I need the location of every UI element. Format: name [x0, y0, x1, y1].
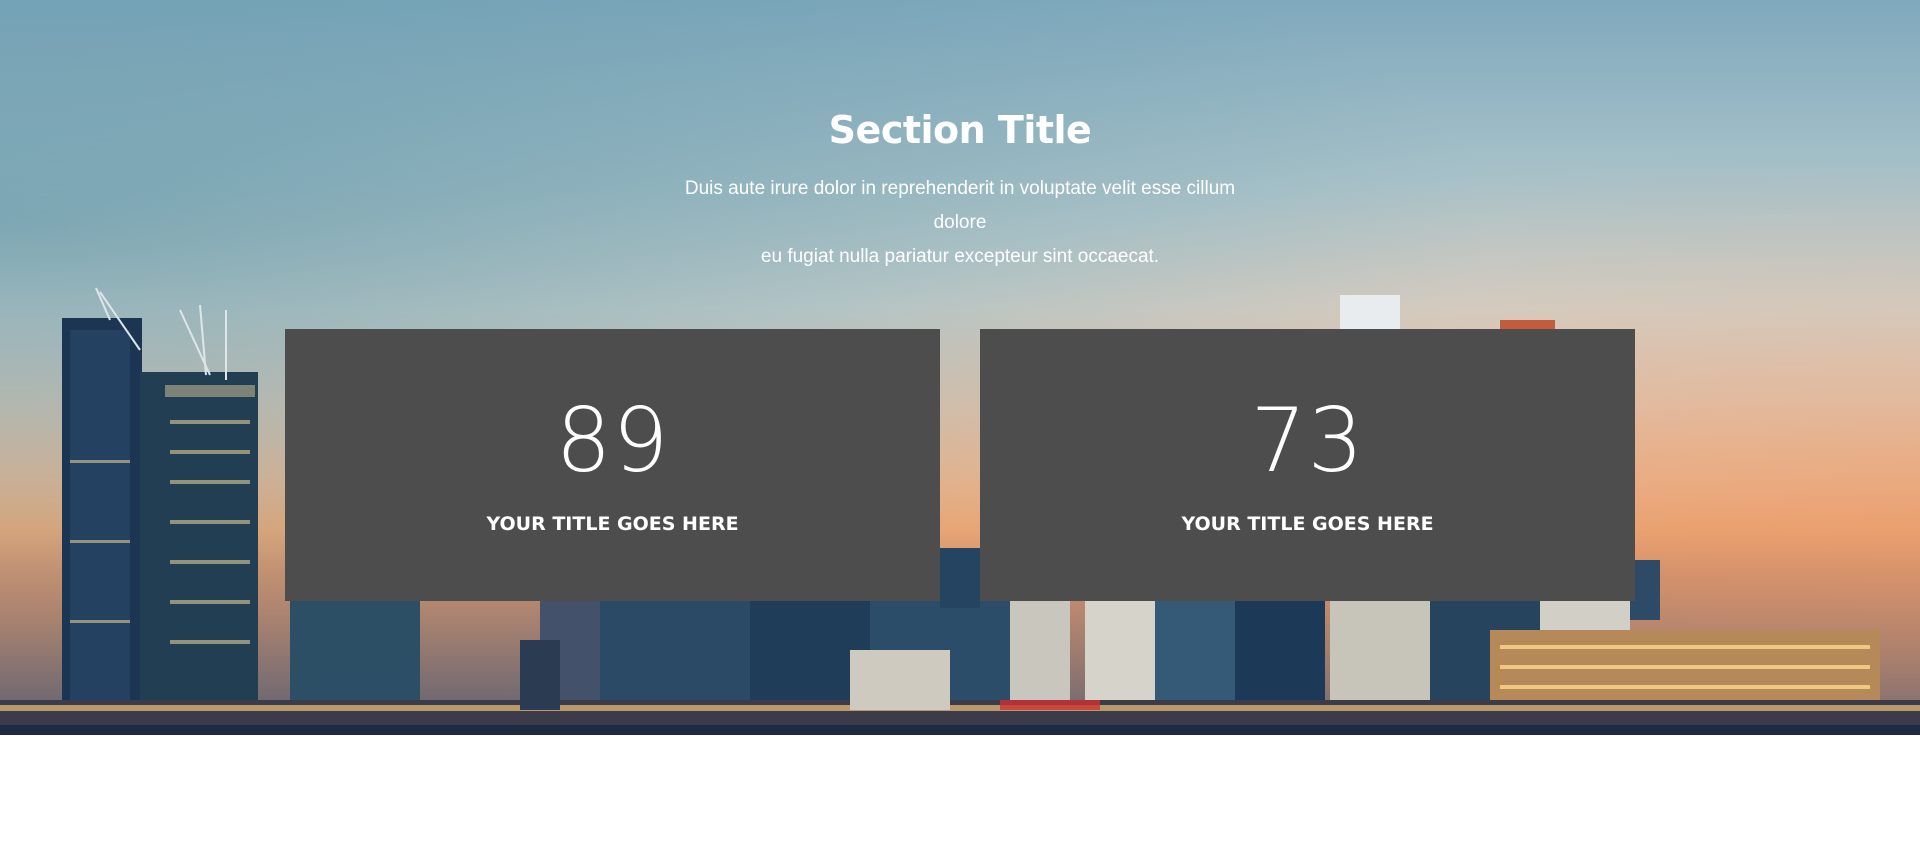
counter-card-2: 73 YOUR TITLE GOES HERE [980, 329, 1635, 601]
counter-label: YOUR TITLE GOES HERE [486, 513, 739, 535]
counter-number: 89 [555, 389, 670, 492]
section-title: Section Title [828, 108, 1092, 152]
counter-number: 73 [1250, 389, 1365, 492]
counter-label: YOUR TITLE GOES HERE [1181, 513, 1434, 535]
section-subtitle-line2: eu fugiat nulla pariatur excepteur sint … [760, 246, 1160, 267]
section-subtitle-line1: Duis aute irure dolor in reprehenderit i… [684, 178, 1236, 233]
counter-card-1: 89 YOUR TITLE GOES HERE [285, 329, 940, 601]
hero-section: Section Title Duis aute irure dolor in r… [0, 0, 1920, 735]
section-subtitle: Duis aute irure dolor in reprehenderit i… [660, 172, 1260, 274]
